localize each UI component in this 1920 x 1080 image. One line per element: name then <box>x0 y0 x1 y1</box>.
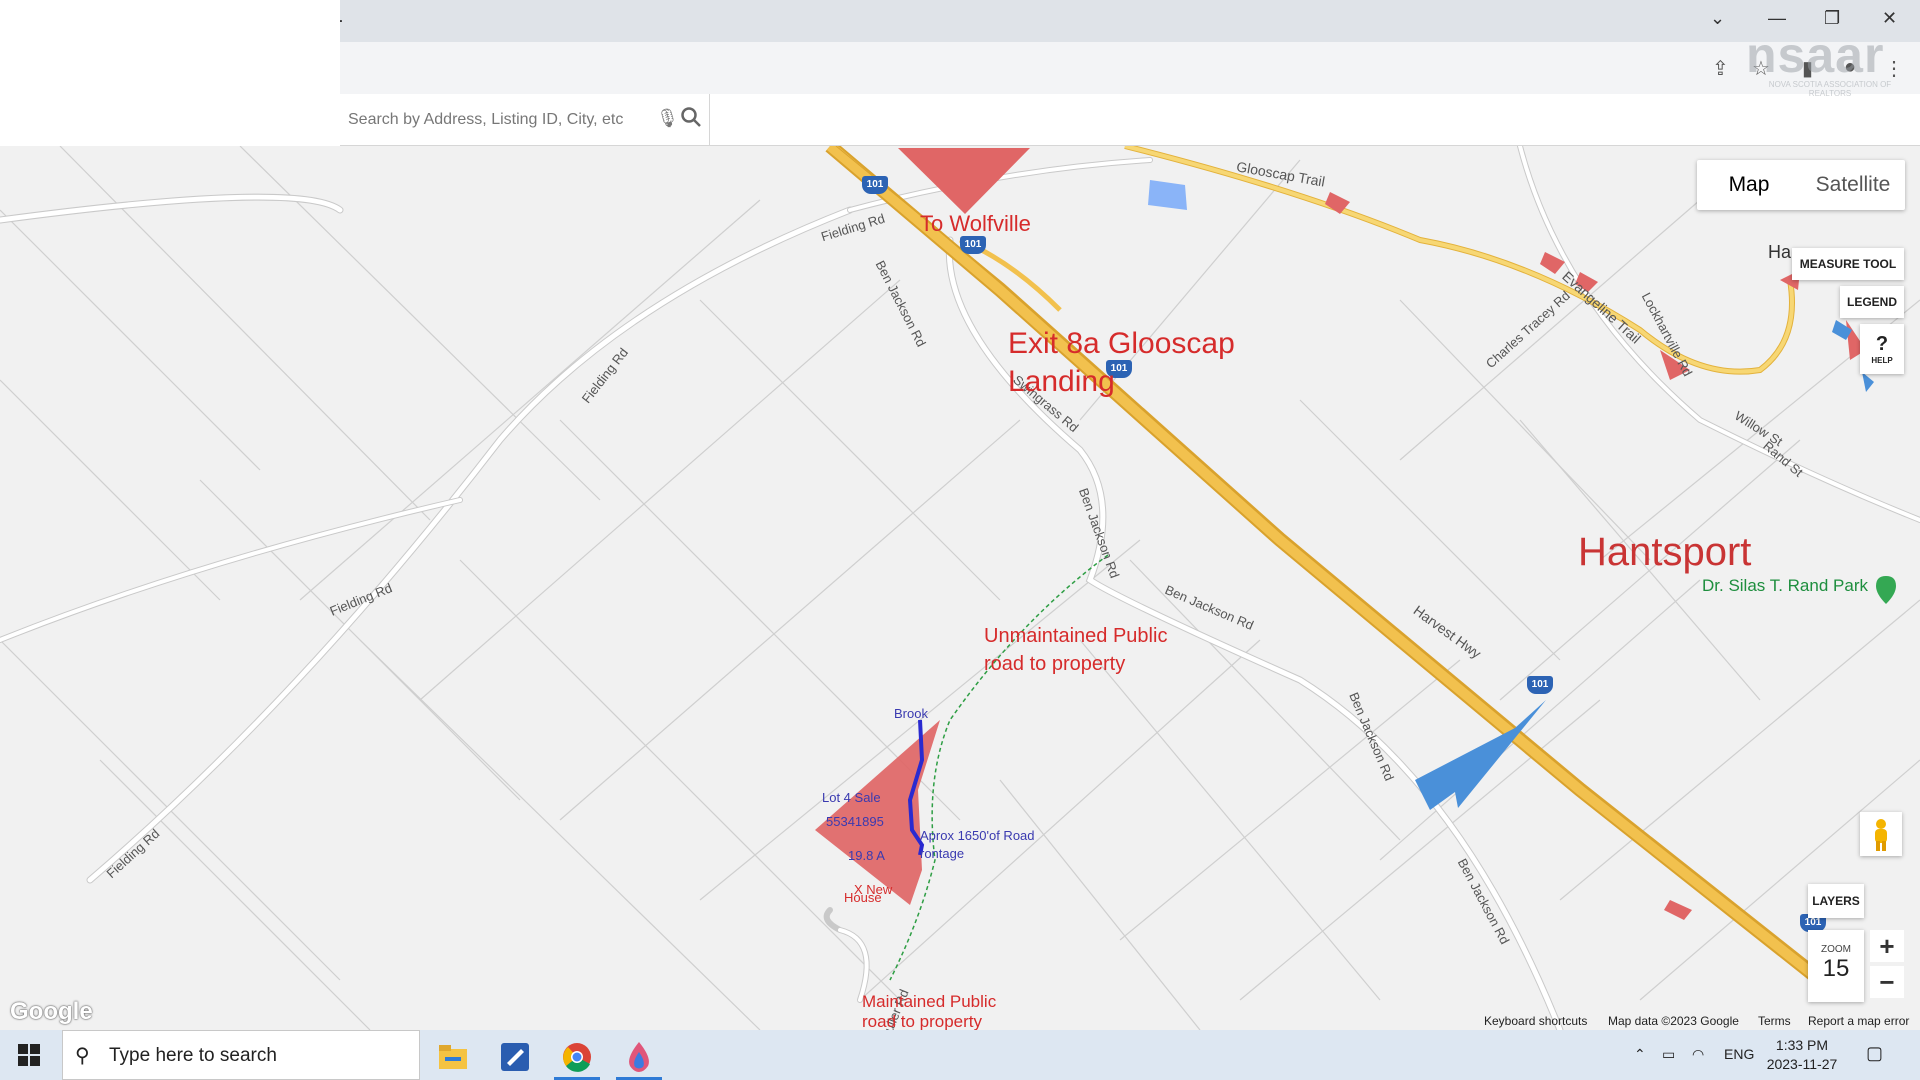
annotation-exit-line1: Exit 8a Glooscap <box>1008 327 1235 360</box>
place-label-hantsport-partial: Ha <box>1768 242 1792 262</box>
zoom-indicator: ZOOM 15 <box>1808 930 1864 1002</box>
annotation-acres: 19.8 A <box>848 848 885 863</box>
windows-taskbar: ⚲ Type here to search ⌃ ▭ ◠ ENG 1:33 PM … <box>0 1030 1920 1080</box>
device-icon[interactable]: ▭ <box>1662 1046 1675 1063</box>
share-icon[interactable]: ⇪ <box>1712 56 1729 81</box>
highway-101-shield: 101 <box>862 176 888 194</box>
highway-101-shield: 101 <box>1527 676 1553 694</box>
annotation-to-wolfville: To Wolfville <box>920 211 1031 236</box>
highway-101-shield: 101 <box>960 236 986 254</box>
search-icon: ⚲ <box>75 1045 90 1067</box>
annotation-pid: 55341895 <box>826 814 884 829</box>
park-label[interactable]: Dr. Silas T. Rand Park <box>1702 576 1868 596</box>
mic-off-icon[interactable]: 🎙 <box>656 108 679 129</box>
search-input[interactable] <box>348 108 648 132</box>
annotation-lot-for-sale: Lot 4 Sale <box>822 790 881 805</box>
map-data-attribution: Map data ©2023 Google <box>1608 1014 1739 1028</box>
chrome-icon[interactable] <box>550 1034 604 1080</box>
layers-button[interactable]: LAYERS <box>1808 884 1864 918</box>
measure-tool-button[interactable]: MEASURE TOOL <box>1792 248 1904 280</box>
map-type-map-button[interactable]: Map <box>1697 160 1801 210</box>
annotation-unmaintained-line1: Unmaintained Public <box>984 625 1168 647</box>
paint-icon[interactable] <box>612 1034 666 1080</box>
map-base <box>0 146 1920 1030</box>
report-map-error-link[interactable]: Report a map error <box>1808 1014 1909 1028</box>
annotation-maintained-line2: road to property <box>862 1012 983 1030</box>
annotation-exit-line2: Landing <box>1008 365 1115 398</box>
file-explorer-icon[interactable] <box>426 1034 480 1080</box>
language-indicator[interactable]: ENG <box>1724 1046 1754 1062</box>
search-icon[interactable] <box>680 106 702 128</box>
chevron-down-icon[interactable]: ⌄ <box>1710 8 1725 29</box>
annotation-hantsport: Hantsport <box>1578 530 1752 574</box>
annotation-unmaintained-line2: road to property <box>984 653 1126 675</box>
terms-link[interactable]: Terms <box>1758 1014 1791 1028</box>
google-logo: Google <box>10 998 93 1025</box>
help-icon: ? <box>1875 333 1889 355</box>
map-type-satellite-button[interactable]: Satellite <box>1801 160 1905 210</box>
keyboard-shortcuts-link[interactable]: Keyboard shortcuts <box>1484 1014 1587 1028</box>
chevron-up-icon[interactable]: ⌃ <box>1634 1046 1646 1063</box>
map-canvas[interactable]: 101 101 101 101 101 Fielding Rd Fielding… <box>0 146 1920 1030</box>
wifi-icon[interactable]: ◠ <box>1692 1046 1704 1063</box>
street-view-pegman-icon[interactable] <box>1860 812 1902 856</box>
zoom-out-button[interactable]: − <box>1870 966 1904 998</box>
search-box: 🎙 <box>340 94 710 146</box>
map-type-toggle: Map Satellite <box>1697 160 1905 210</box>
annotation-frontage-line2: rontage <box>920 846 965 861</box>
nsaar-logo: nsaar NOVA SCOTIA ASSOCIATION OF REALTOR… <box>1746 27 1892 98</box>
help-button[interactable]: ? HELP <box>1860 324 1904 374</box>
annotation-new-house: House <box>844 890 882 905</box>
zoom-in-button[interactable]: + <box>1870 930 1904 962</box>
taskbar-clock[interactable]: 1:33 PM 2023-11-27 <box>1762 1036 1842 1074</box>
pdf-editor-icon[interactable] <box>488 1034 542 1080</box>
windows-start-icon[interactable] <box>18 1044 40 1066</box>
annotation-maintained-line1: Maintained Public <box>862 992 997 1011</box>
annotation-brook: Brook <box>894 706 928 721</box>
notifications-icon[interactable]: ▢ <box>1866 1043 1883 1064</box>
annotation-frontage-line1: Aprox 1650'of Road <box>920 828 1035 843</box>
redacted-area <box>0 0 340 146</box>
legend-button[interactable]: LEGEND <box>1840 286 1904 318</box>
taskbar-search[interactable]: ⚲ Type here to search <box>62 1030 420 1080</box>
